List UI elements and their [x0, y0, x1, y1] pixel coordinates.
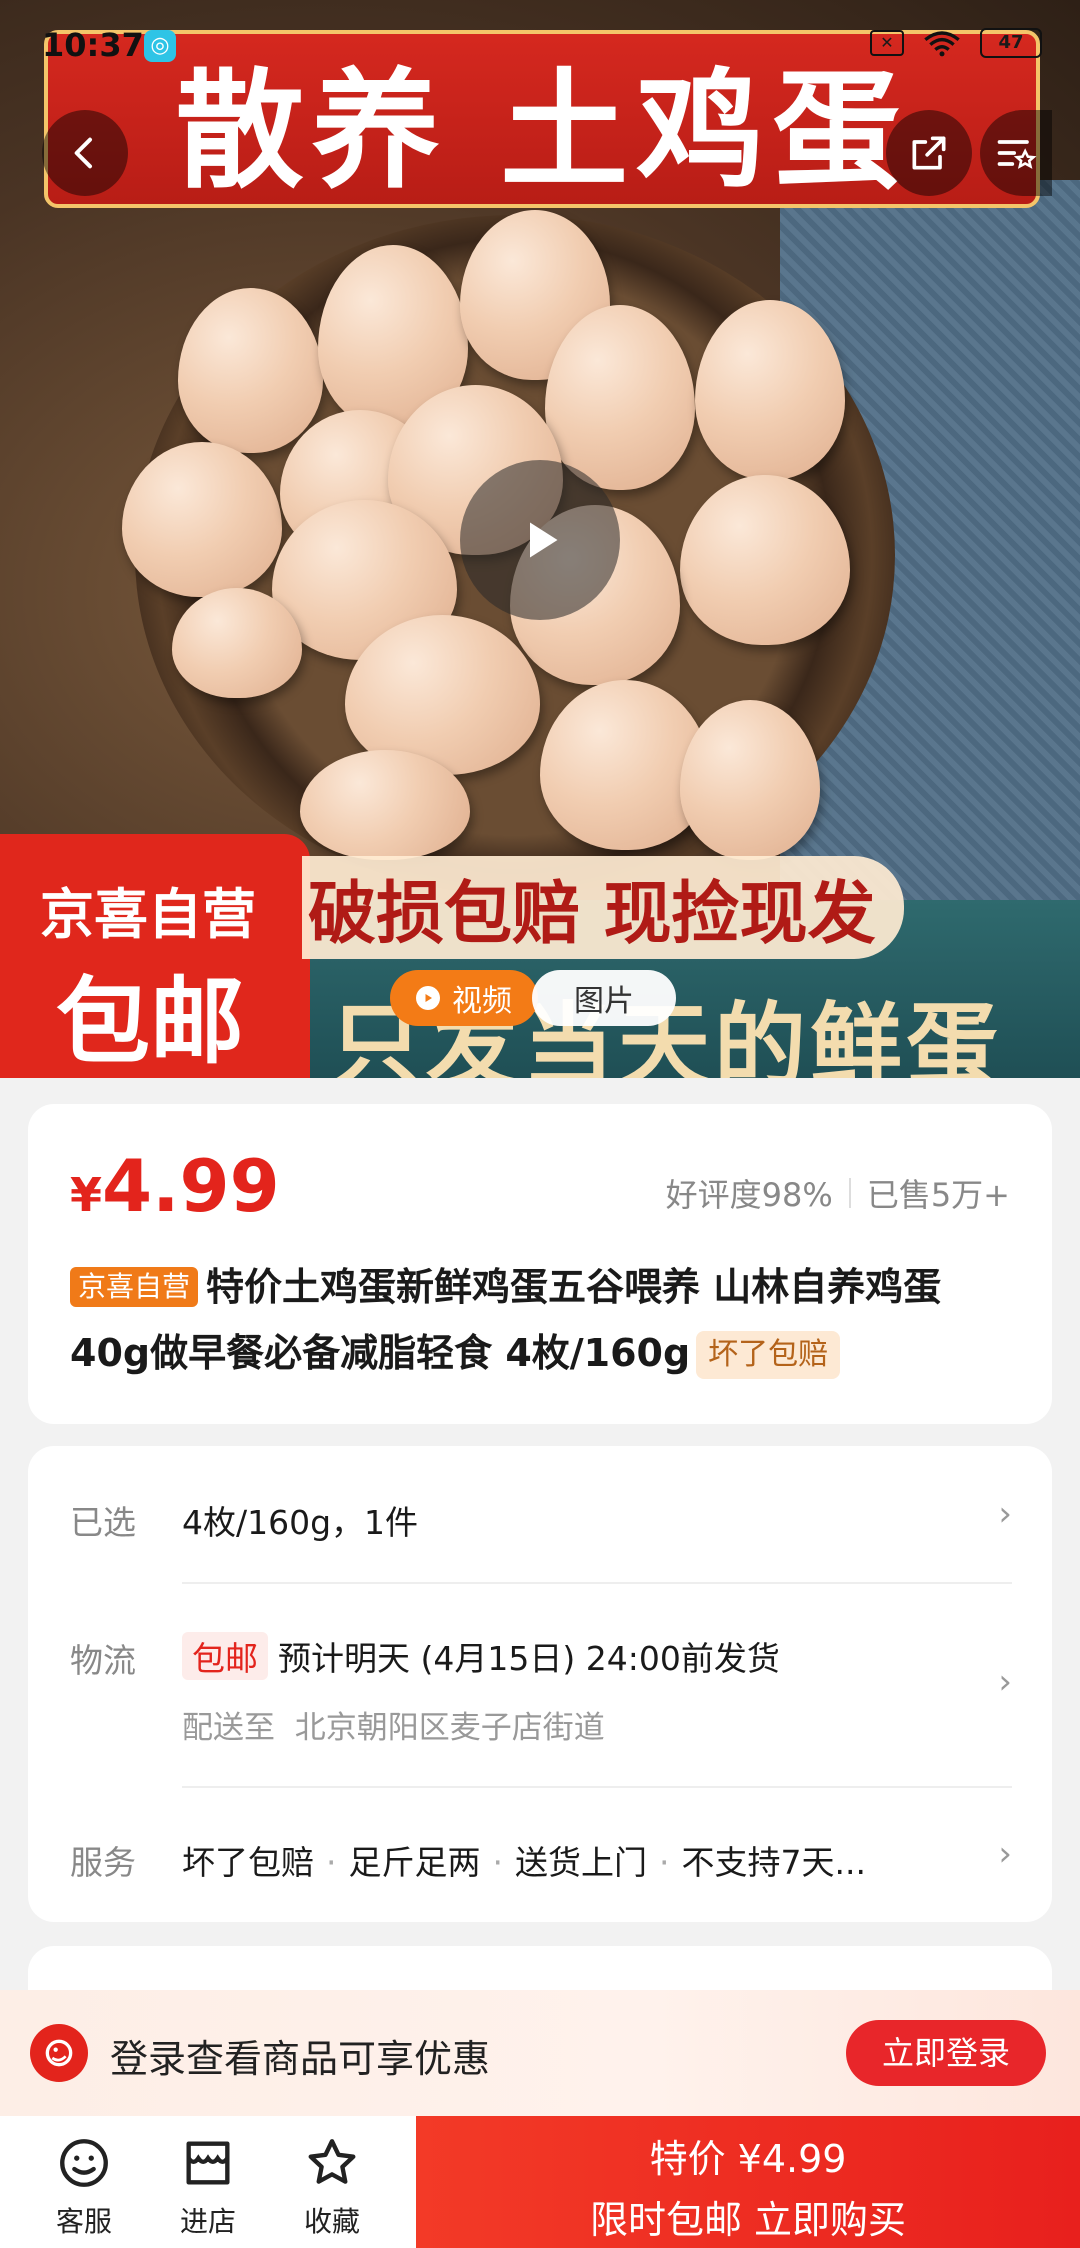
buy-action-line: 限时包邮 立即购买: [589, 2198, 907, 2242]
price-symbol: ¥: [70, 1168, 103, 1222]
store-icon: [158, 2132, 258, 2194]
service-item: 送货上门: [515, 1843, 647, 1882]
play-icon: [530, 522, 558, 558]
delivery-to-value: 北京朝阳区麦子店街道: [294, 1710, 605, 1746]
nav-favorite[interactable]: 收藏: [282, 2132, 382, 2240]
product-title-block: 京喜自营 特价土鸡蛋新鲜鸡蛋五谷喂养 山林自养鸡蛋40g做早餐必备减脂轻食 4枚/…: [70, 1254, 1020, 1386]
badge-store-text: 京喜自营: [40, 883, 256, 946]
free-shipping-badge: 包邮: [182, 1632, 268, 1680]
guarantee-tag: 坏了包赔: [696, 1331, 841, 1379]
status-bar: 10:37 ◎ ✕ 47: [0, 0, 1080, 90]
star-icon: [282, 2132, 382, 2194]
tab-video-label: 视频: [452, 984, 512, 1019]
play-video-button[interactable]: [460, 460, 620, 620]
product-image-carousel[interactable]: 散养 土鸡蛋 京喜自营 包邮 破损包赔 现捡现发 只发当天的鲜蛋 视频 图片: [0, 0, 1080, 1078]
purchase-info-card: 已选 4枚/160g，1件 › 物流 包邮 预计明天 (4月15日) 24:00前…: [28, 1446, 1052, 1922]
share-button[interactable]: [886, 110, 972, 196]
store-tag: 京喜自营: [70, 1267, 199, 1307]
nav-store[interactable]: 进店: [158, 2132, 258, 2240]
service-item: 足斤足两: [348, 1843, 481, 1882]
product-stats: 好评度98% 已售5万+: [666, 1170, 1010, 1216]
selected-value: 4枚/160g，1件: [182, 1503, 419, 1542]
price-card: ¥4.99 好评度98% 已售5万+ 京喜自营 特价土鸡蛋新鲜鸡蛋五谷喂养 山林自…: [28, 1104, 1052, 1424]
media-tabs: 视频 图片: [390, 970, 676, 1026]
delivery-address: 配送至 北京朝阳区麦子店街道: [182, 1702, 605, 1747]
stats-divider: [848, 1178, 851, 1208]
divider: [182, 1786, 1012, 1788]
sold-count: 已售5万+: [866, 1176, 1010, 1214]
service-separator: ·: [659, 1843, 670, 1882]
nav-label: 收藏: [303, 2205, 360, 2238]
sim-off-icon: ✕: [870, 30, 904, 56]
service-label: 服务: [70, 1843, 136, 1882]
rating-text[interactable]: 好评度98%: [666, 1170, 833, 1216]
login-banner: 登录查看商品可享优惠 立即登录: [0, 1990, 1080, 2116]
chevron-right-icon: ›: [998, 1834, 1012, 1874]
shipping-label: 物流: [70, 1641, 136, 1680]
nav-customer-service[interactable]: 客服: [34, 2132, 134, 2240]
delivery-to-label: 配送至: [182, 1710, 275, 1746]
shipping-info: 包邮 预计明天 (4月15日) 24:00前发货: [182, 1632, 780, 1680]
price-value: 4.99: [102, 1144, 280, 1228]
divider: [182, 1582, 1012, 1584]
service-separator: ·: [492, 1843, 504, 1882]
chevron-left-icon: [74, 137, 92, 169]
status-time: 10:37: [42, 26, 144, 64]
badge-shipping-text: 包邮: [56, 968, 245, 1077]
price: ¥4.99: [70, 1144, 280, 1228]
jd-logo-icon: [30, 2024, 88, 2082]
login-button[interactable]: 立即登录: [846, 2020, 1046, 2086]
selected-label: 已选: [70, 1503, 136, 1542]
service-list: 坏了包赔 · 足斤足两 · 送货上门 · 不支持7天...: [182, 1836, 866, 1884]
buy-now-button[interactable]: 特价 ¥4.99 限时包邮 立即购买: [416, 2116, 1080, 2248]
chevron-right-icon: ›: [998, 1662, 1012, 1702]
back-button[interactable]: [42, 110, 128, 196]
tab-video[interactable]: 视频: [390, 970, 538, 1026]
tab-images-label: 图片: [574, 984, 634, 1019]
hero-slogan-damage: 破损包赔 现捡现发: [302, 856, 904, 959]
tab-images[interactable]: 图片: [532, 970, 676, 1026]
chevron-right-icon: ›: [998, 1494, 1012, 1534]
status-icons: ✕ 47: [870, 28, 1042, 58]
app-notification-icon: ◎: [144, 30, 176, 62]
login-prompt: 登录查看商品可享优惠: [110, 2037, 491, 2081]
bottom-action-bar: 客服 进店 收藏 特价 ¥4.99 限时包邮 立即购买: [0, 2116, 1080, 2248]
buy-price-line: 特价 ¥4.99: [649, 2137, 847, 2181]
service-separator: ·: [326, 1843, 337, 1882]
service-item: 不支持7天...: [681, 1843, 866, 1882]
menu-star-icon: [997, 140, 1037, 169]
service-item: 坏了包赔: [182, 1843, 314, 1882]
wifi-icon: [922, 29, 962, 57]
jingxi-free-shipping-badge: 京喜自营 包邮: [0, 834, 310, 1078]
battery-indicator: 47: [980, 28, 1042, 58]
shipping-eta: 预计明天 (4月15日) 24:00前发货: [278, 1639, 780, 1678]
share-icon: [912, 136, 946, 170]
nav-label: 进店: [179, 2205, 236, 2238]
play-icon: [416, 986, 440, 1010]
nav-label: 客服: [55, 2205, 112, 2238]
customer-service-icon: [34, 2132, 134, 2194]
